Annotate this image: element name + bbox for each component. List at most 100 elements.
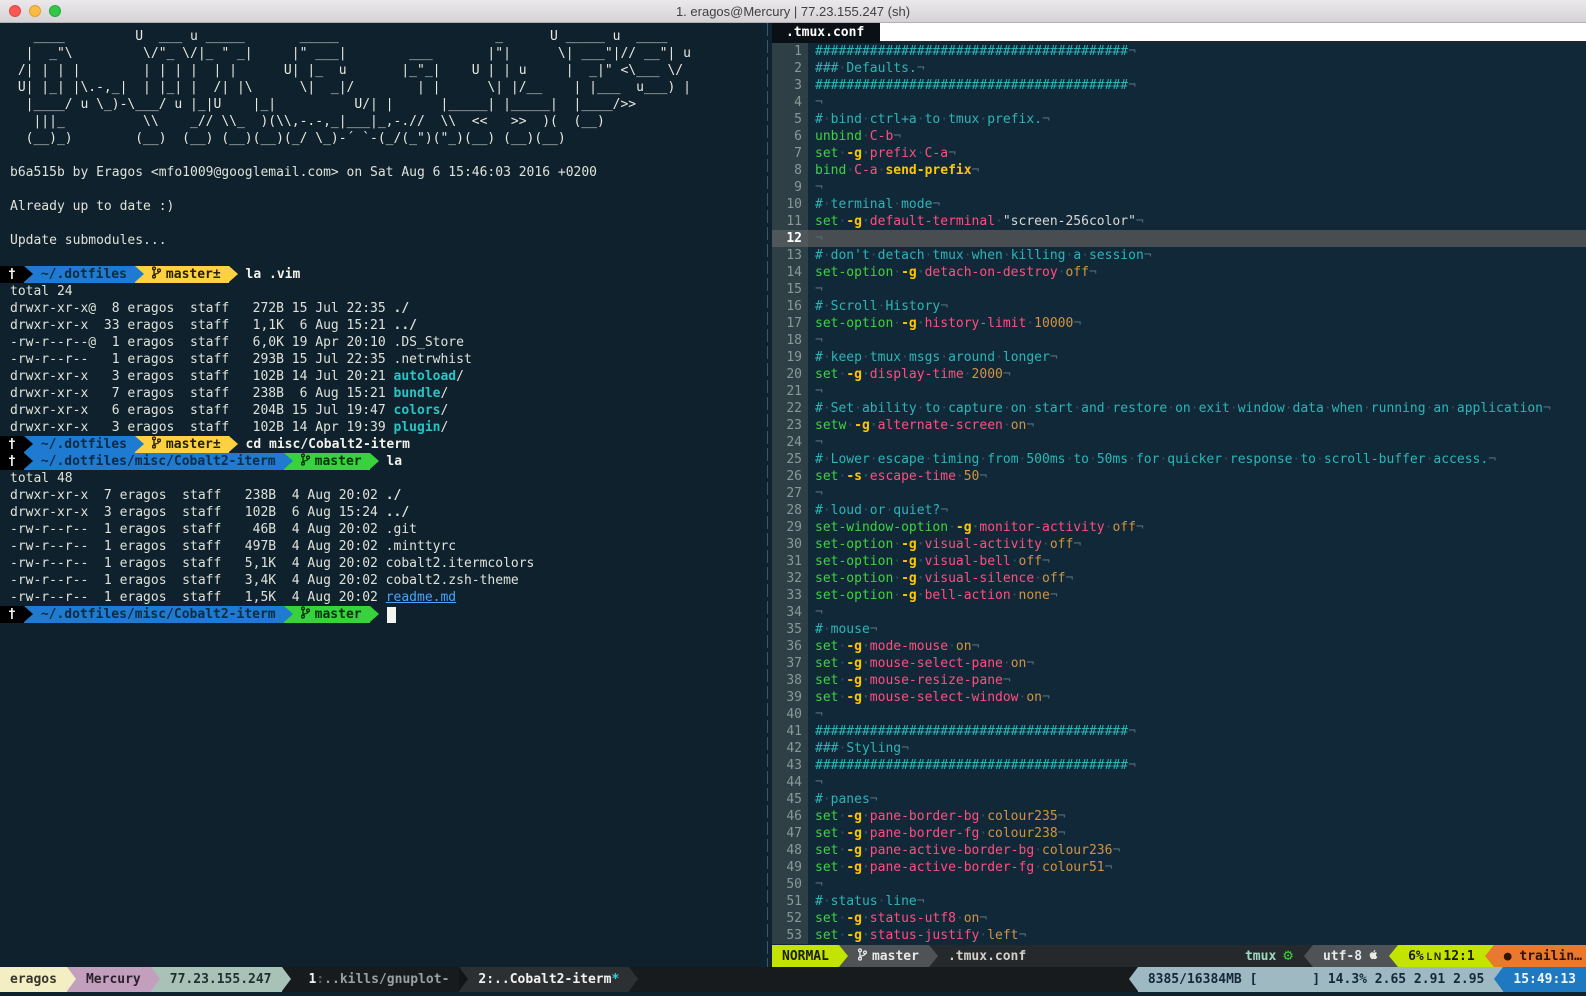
shell-command: la .vim <box>238 266 301 283</box>
tmux-panes: ____ U ___ u _____ _____ _ U _____ u ___… <box>0 23 1586 967</box>
vim-line-text: set·-g·mouse-select-window·on¬ <box>808 689 1586 706</box>
file-listing-row: drwxr-xr-x 3 eragos staff 102B 6 Aug 15:… <box>0 504 762 521</box>
powerline-separator <box>24 453 33 470</box>
eol-marker: ¬ <box>940 503 948 518</box>
powerline-separator <box>284 453 293 470</box>
vim-line: 44¬ <box>772 774 1586 791</box>
window-tab-1[interactable]: 1:..kills/gnuplot- <box>291 967 460 992</box>
file-listing-row: -rw-r--r-- 1 eragos staff 293B 15 Jul 22… <box>0 351 762 368</box>
vim-line: 16#·Scroll·History¬ <box>772 298 1586 315</box>
line-number: 2 <box>772 60 808 77</box>
vim-line-text: ¬ <box>808 774 1586 791</box>
vim-line-text: ¬ <box>808 876 1586 893</box>
vim-line: 14set-option·-g·detach-on-destroy·off¬ <box>772 264 1586 281</box>
vim-line: 31set-option·-g·visual-bell·off¬ <box>772 553 1586 570</box>
powerline-separator <box>370 606 379 623</box>
vim-line-text: set-option·-g·detach-on-destroy·off¬ <box>808 264 1586 281</box>
line-number: 44 <box>772 774 808 791</box>
file-link[interactable]: readme.md <box>386 590 456 605</box>
eol-marker: ¬ <box>917 894 925 909</box>
line-number: 36 <box>772 638 808 655</box>
powerline-separator <box>229 436 238 453</box>
line-number: 15 <box>772 281 808 298</box>
vim-line-text: set·-g·pane-border-bg·colour235¬ <box>808 808 1586 825</box>
vim-line-text: setw·-g·alternate-screen·on¬ <box>808 417 1586 434</box>
vim-line-text: set·-g·status-justify·left¬ <box>808 927 1586 944</box>
ascii-art-line: /| | | | | | | | | | U| |_ u |_"_| U | |… <box>0 62 762 79</box>
eol-marker: ¬ <box>893 129 901 144</box>
powerline-separator <box>629 967 638 992</box>
powerline-separator <box>459 967 468 992</box>
eol-marker: ¬ <box>815 486 823 501</box>
vim-line: 29set-window-option·-g·monitor-activity·… <box>772 519 1586 536</box>
vim-buffer[interactable]: 1#######################################… <box>772 43 1586 945</box>
eol-marker: ¬ <box>1112 843 1120 858</box>
shell-output: ____ U ___ u _____ _____ _ U _____ u ___… <box>0 28 762 623</box>
eol-marker: ¬ <box>1105 860 1113 875</box>
vim-line: 40¬ <box>772 706 1586 723</box>
vim-line: 13#·don't·detach·tmux·when·killing·a·ses… <box>772 247 1586 264</box>
trailing-whitespace-warning: ● trailin… <box>1494 945 1586 967</box>
ip-address: 77.23.155.247 <box>160 967 282 992</box>
vim-line: 11set·-g·default-terminal·"screen-256col… <box>772 213 1586 230</box>
vim-line-text: set·-g·status-utf8·on¬ <box>808 910 1586 927</box>
vim-line: 8bind·C-a·send-prefix¬ <box>772 162 1586 179</box>
powerline-separator <box>282 967 291 992</box>
prompt-path-segment: ~/.dotfiles/misc/Cobalt2-iterm <box>33 606 284 623</box>
eol-marker: ¬ <box>1136 214 1144 229</box>
listing-text: drwxr-xr-x@ 8 eragos staff 272B 15 Jul 2… <box>10 301 394 316</box>
vim-line: 18¬ <box>772 332 1586 349</box>
line-number: 48 <box>772 842 808 859</box>
powerline-separator <box>24 266 33 283</box>
vim-line-text: ¬ <box>808 332 1586 349</box>
eol-marker: ¬ <box>917 61 925 76</box>
line-number: 30 <box>772 536 808 553</box>
listing-text: drwxr-xr-x 3 eragos staff 102B 14 Apr 19… <box>10 420 394 435</box>
minimize-button[interactable] <box>29 5 41 17</box>
prompt-status-segment: † <box>0 266 24 283</box>
vim-pane[interactable]: .tmux.conf 1############################… <box>772 23 1586 967</box>
eol-marker: ¬ <box>815 384 823 399</box>
powerline-separator <box>135 266 144 283</box>
vim-statusline: NORMALmaster.tmux.conftmux⚙utf-86% ʟɴ 12… <box>772 945 1586 967</box>
zoom-button[interactable] <box>49 5 61 17</box>
line-number: 52 <box>772 910 808 927</box>
eol-marker: ¬ <box>815 282 823 297</box>
vim-line: 39set·-g·mouse-select-window·on¬ <box>772 689 1586 706</box>
close-button[interactable] <box>9 5 21 17</box>
eol-marker: ¬ <box>979 469 987 484</box>
vim-line-text: set·-g·pane-border-fg·colour238¬ <box>808 825 1586 842</box>
shell-line <box>0 215 762 232</box>
prompt-path-segment: ~/.dotfiles <box>33 436 135 453</box>
vim-line-text: set-option·-g·visual-bell·off¬ <box>808 553 1586 570</box>
eol-marker: ¬ <box>815 180 823 195</box>
vim-tabline-fill <box>880 23 1586 43</box>
shell-line: Update submodules... <box>0 232 762 249</box>
eol-marker: ¬ <box>1128 44 1136 59</box>
line-number: 33 <box>772 587 808 604</box>
vim-line: 2###·Defaults.¬ <box>772 60 1586 77</box>
shell-pane[interactable]: ____ U ___ u _____ _____ _ U _____ u ___… <box>0 23 762 967</box>
vim-tab-tmux-conf[interactable]: .tmux.conf <box>772 23 880 43</box>
shell-prompt: †~/.dotfilesmaster± la .vim <box>0 266 762 283</box>
vim-line: 38set·-g·mouse-resize-pane¬ <box>772 672 1586 689</box>
vim-line-text: ########################################… <box>808 77 1586 94</box>
git-branch-icon <box>152 436 161 454</box>
eol-marker: ¬ <box>1065 571 1073 586</box>
window-tab-2[interactable]: 2:..Cobalt2-iterm* <box>468 967 629 992</box>
terminal-cursor[interactable] <box>387 607 396 623</box>
shell-line <box>0 181 762 198</box>
file-listing-row: drwxr-xr-x 33 eragos staff 1,1K 6 Aug 15… <box>0 317 762 334</box>
pane-border[interactable] <box>762 23 772 967</box>
vim-line: 10#·terminal·mode¬ <box>772 196 1586 213</box>
vim-line: 15 ¬ <box>772 281 1586 298</box>
vim-line-text: #·Scroll·History¬ <box>808 298 1586 315</box>
titlebar[interactable]: 1. eragos@Mercury | 77.23.155.247 (sh) <box>0 0 1586 23</box>
git-branch-icon <box>152 266 161 284</box>
file-listing-row: -rw-r--r-- 1 eragos staff 497B 4 Aug 20:… <box>0 538 762 555</box>
line-number: 32 <box>772 570 808 587</box>
powerline-separator <box>839 945 848 967</box>
listing-text: -rw-r--r-- 1 eragos staff 3,4K 4 Aug 20:… <box>10 573 519 588</box>
eol-marker: ¬ <box>1026 418 1034 433</box>
line-number: 1 <box>772 43 808 60</box>
